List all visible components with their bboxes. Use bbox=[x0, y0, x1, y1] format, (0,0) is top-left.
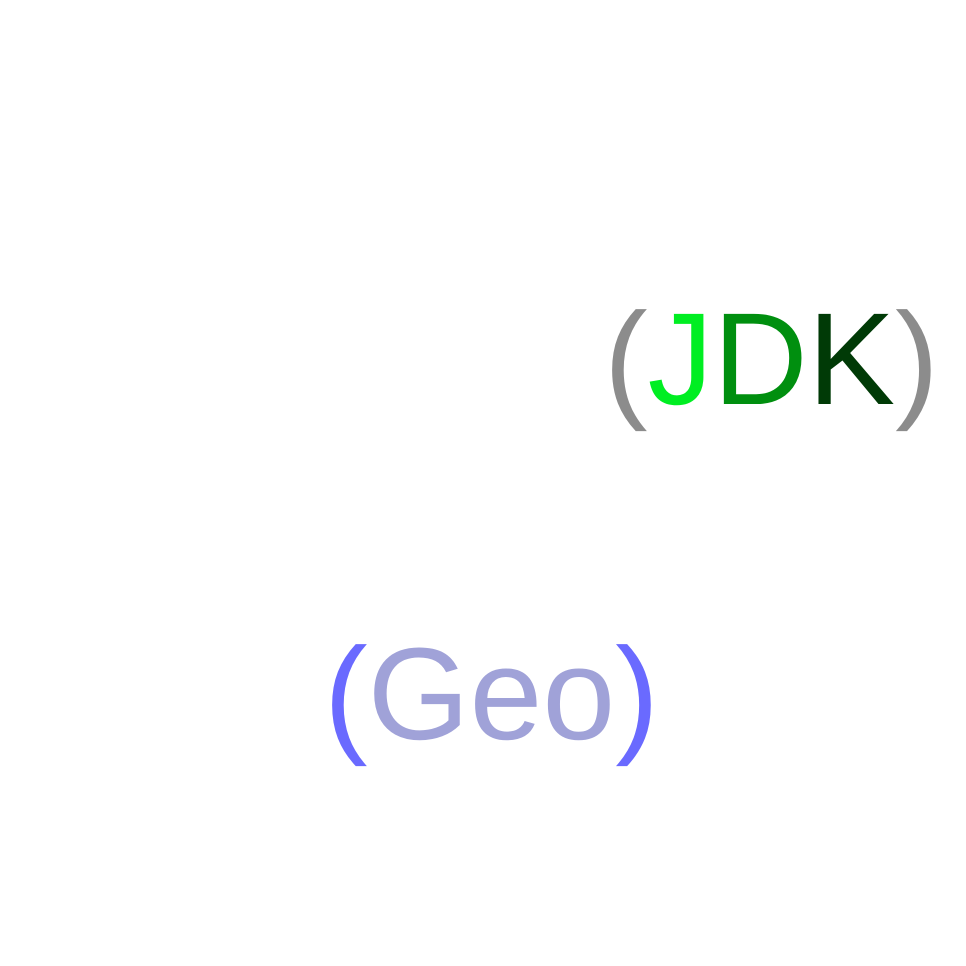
geo-close-paren: ) bbox=[615, 620, 659, 767]
jdk-letter-k: K bbox=[807, 285, 896, 432]
jdk-label-group: (JDK) bbox=[604, 293, 939, 424]
canvas: { "labels": { "jdk": { "open_paren": "("… bbox=[0, 0, 966, 966]
geo-word: Geo bbox=[367, 620, 616, 767]
geo-open-paren: ( bbox=[324, 620, 368, 767]
jdk-close-paren: ) bbox=[895, 285, 939, 432]
geo-label-group: (Geo) bbox=[324, 628, 659, 759]
jdk-open-paren: ( bbox=[604, 285, 648, 432]
jdk-letter-j: J bbox=[647, 285, 714, 432]
jdk-letter-d: D bbox=[713, 285, 808, 432]
